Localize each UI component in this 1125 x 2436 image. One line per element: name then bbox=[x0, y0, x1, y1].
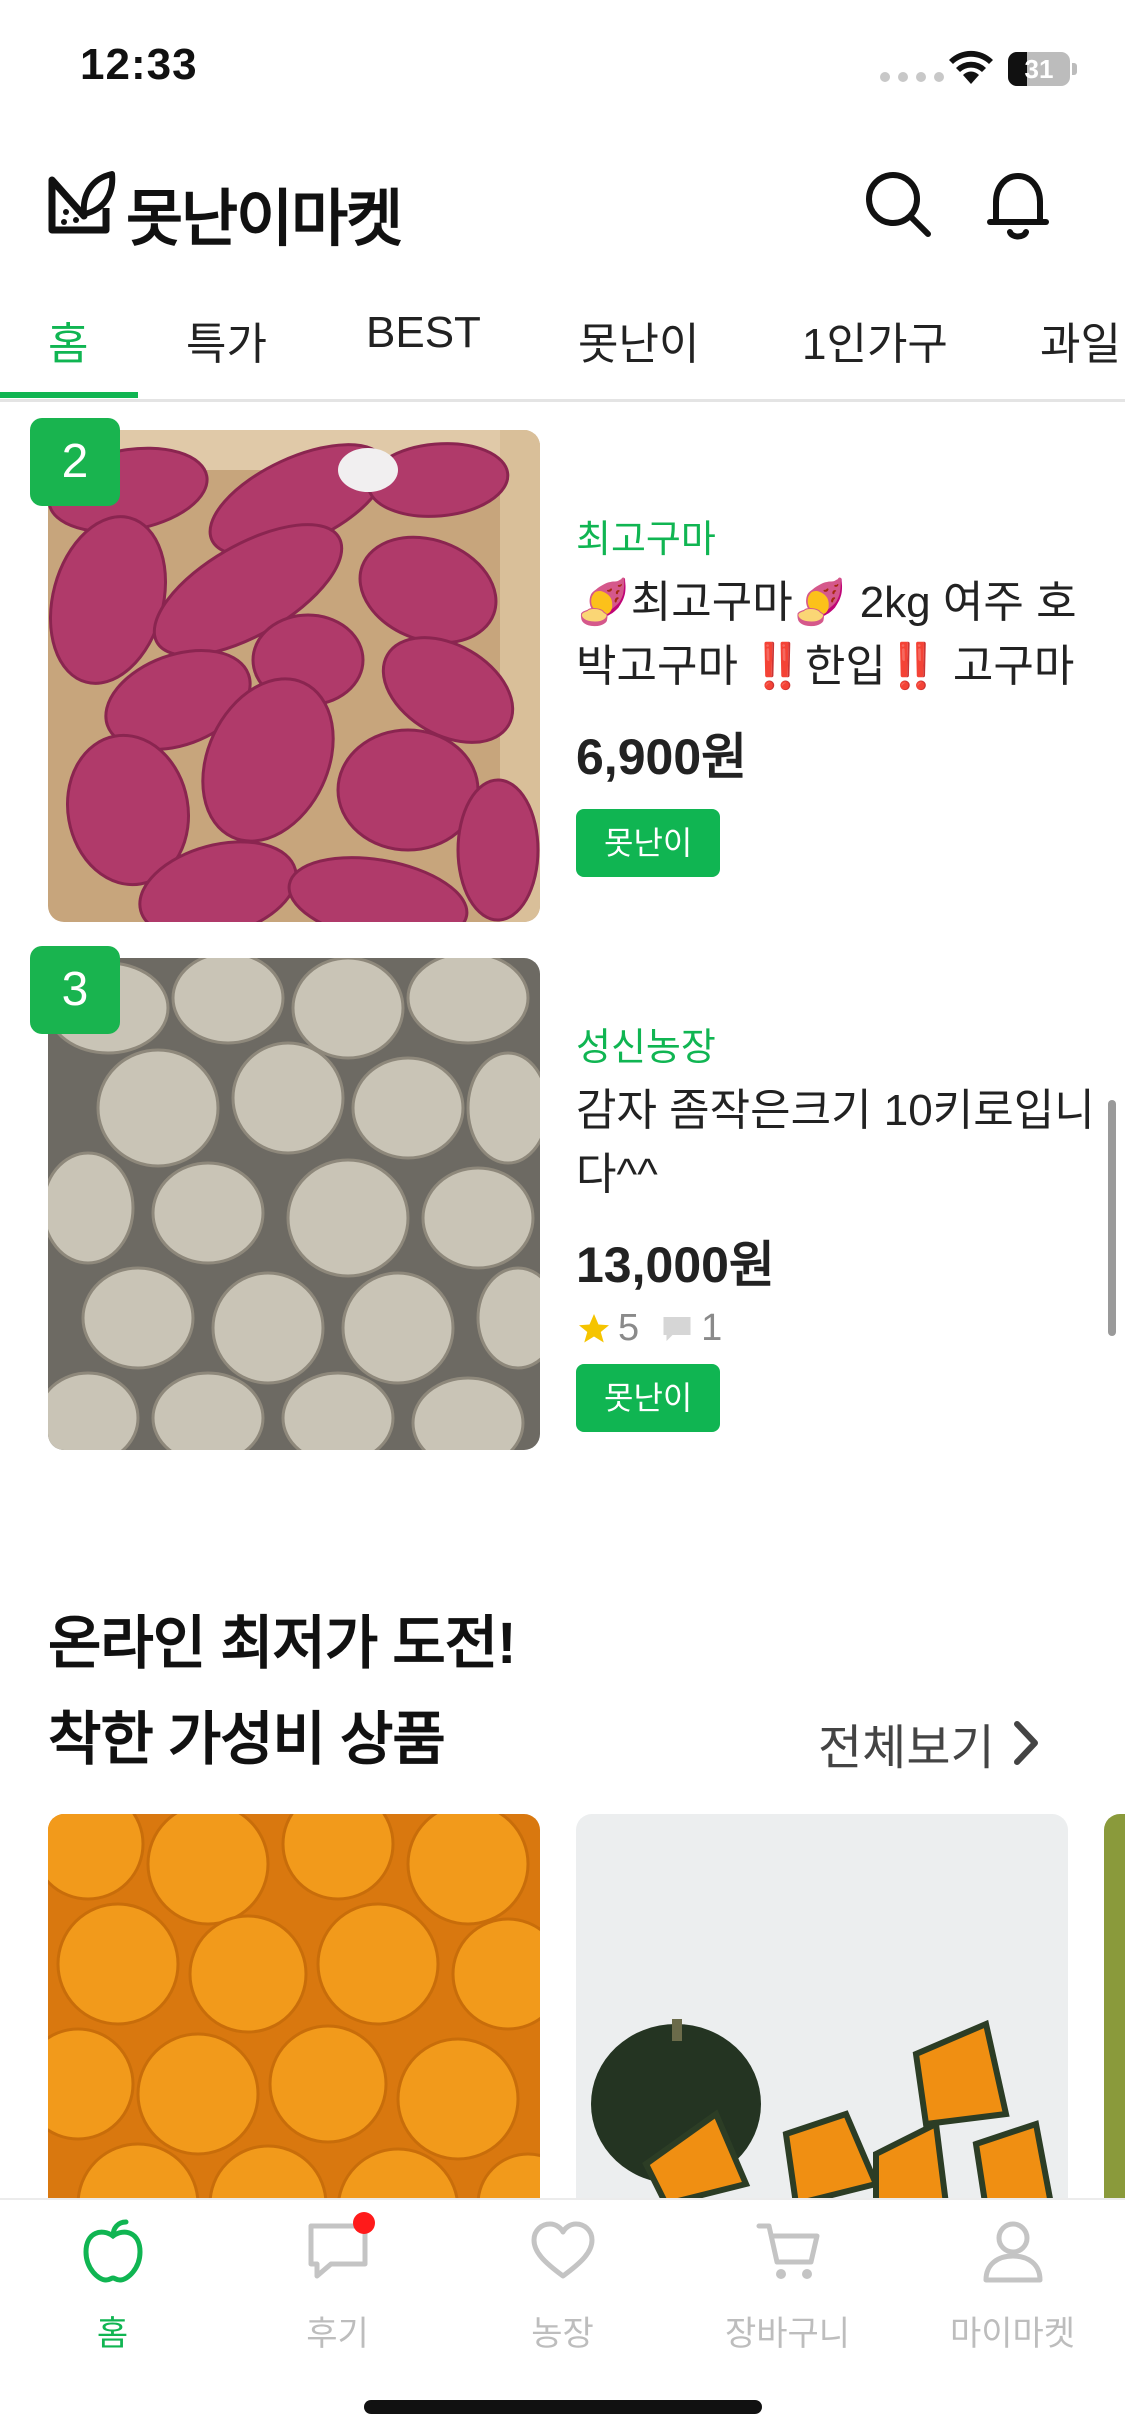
person-icon bbox=[983, 2221, 1043, 2283]
product-price: 13,000원 bbox=[576, 1237, 775, 1293]
product-card-image-pumpkin[interactable] bbox=[576, 1814, 1068, 2214]
nav-farm[interactable]: 농장 bbox=[450, 2200, 675, 2370]
nav-label: 후기 bbox=[306, 2315, 369, 2353]
section-title-line1: 온라인 최저가 도전! bbox=[48, 1611, 516, 1676]
farm-name[interactable]: 최고구마 bbox=[576, 508, 1096, 563]
home-indicator bbox=[364, 2400, 762, 2414]
status-time: 12:33 bbox=[80, 40, 198, 89]
product-image-potato[interactable] bbox=[48, 958, 540, 1450]
nav-reviews[interactable]: 후기 bbox=[225, 2200, 450, 2370]
heart-icon bbox=[531, 2221, 595, 2279]
product-name[interactable]: 🍠최고구마🍠 2kg 여주 호박고구마 ‼️한입‼️ 고구마 bbox=[576, 571, 1096, 699]
comment-icon bbox=[663, 1316, 691, 1341]
product-item[interactable]: 3 성신농장 감자 좀작은크기 10키로입니다^^ 13,000원 5 1 못난… bbox=[0, 946, 1125, 1450]
apple-icon bbox=[83, 2219, 143, 2283]
scrollbar[interactable] bbox=[1108, 1100, 1116, 1336]
status-bar: 12:33 31 bbox=[0, 0, 1125, 140]
battery-level: 31 bbox=[1024, 54, 1054, 84]
product-card-image-partial[interactable] bbox=[1104, 1814, 1125, 2214]
product-image-sweet-potato[interactable] bbox=[48, 430, 540, 922]
section-title-line2: 착한 가성비 상품 bbox=[48, 1707, 446, 1772]
rank-badge: 3 bbox=[30, 946, 120, 1034]
category-tabs: 홈 특가 BEST 못난이 1인가구 과일 bbox=[0, 296, 1125, 402]
star-icon bbox=[579, 1313, 609, 1342]
tab-active-indicator bbox=[0, 392, 138, 398]
app-header: 못난이마켓 bbox=[0, 150, 1125, 270]
product-info: 최고구마 🍠최고구마🍠 2kg 여주 호박고구마 ‼️한입‼️ 고구마 6,90… bbox=[576, 508, 1096, 877]
search-icon[interactable] bbox=[862, 168, 934, 240]
tab-fruit[interactable]: 과일 bbox=[1040, 308, 1121, 372]
battery-icon: 31 bbox=[1008, 52, 1078, 86]
view-all-button[interactable]: 전체보기 bbox=[818, 1708, 1043, 1778]
app-title: 못난이마켓 bbox=[126, 185, 403, 254]
notification-dot bbox=[353, 2212, 375, 2234]
nav-label: 마이마켓 bbox=[949, 2315, 1076, 2353]
product-meta: 5 1 bbox=[576, 1307, 1096, 1350]
farm-name[interactable]: 성신농장 bbox=[576, 1016, 1096, 1071]
cart-icon bbox=[756, 2223, 820, 2279]
tab-best[interactable]: BEST bbox=[366, 308, 481, 358]
nav-home[interactable]: 홈 bbox=[0, 2200, 225, 2370]
product-price: 6,900원 bbox=[576, 729, 748, 785]
signal-dots-icon bbox=[880, 72, 944, 82]
tab-special[interactable]: 특가 bbox=[186, 308, 267, 372]
section-title: 온라인 최저가 도전! 착한 가성비 상품 bbox=[48, 1596, 516, 1788]
rank-badge: 2 bbox=[30, 418, 120, 506]
bell-icon[interactable] bbox=[982, 166, 1054, 242]
nav-cart[interactable]: 장바구니 bbox=[675, 2200, 900, 2370]
tab-home[interactable]: 홈 bbox=[48, 308, 88, 372]
nav-label: 농장 bbox=[531, 2315, 594, 2353]
view-all-label: 전체보기 bbox=[818, 1722, 995, 1775]
review-count: 1 bbox=[701, 1307, 723, 1349]
product-item[interactable]: 2 최고구마 🍠최고구마🍠 2kg 여주 호박고구마 ‼️한입‼️ 고구마 6,… bbox=[0, 418, 1125, 922]
product-info: 성신농장 감자 좀작은크기 10키로입니다^^ 13,000원 5 1 못난이 bbox=[576, 1016, 1096, 1432]
tab-ugly[interactable]: 못난이 bbox=[578, 308, 699, 372]
product-name[interactable]: 감자 좀작은크기 10키로입니다^^ bbox=[576, 1079, 1096, 1207]
nav-label: 장바구니 bbox=[724, 2315, 851, 2353]
rating-value: 5 bbox=[618, 1307, 640, 1349]
tab-single-household[interactable]: 1인가구 bbox=[802, 308, 948, 372]
wifi-icon bbox=[949, 50, 993, 84]
nav-label: 홈 bbox=[96, 2315, 129, 2353]
product-card-image-tangerine[interactable] bbox=[48, 1814, 540, 2214]
logo-icon bbox=[48, 171, 116, 234]
nav-my-market[interactable]: 마이마켓 bbox=[900, 2200, 1125, 2370]
product-tag: 못난이 bbox=[576, 1364, 721, 1432]
chevron-right-icon bbox=[1013, 1721, 1038, 1765]
product-tag: 못난이 bbox=[576, 809, 721, 877]
